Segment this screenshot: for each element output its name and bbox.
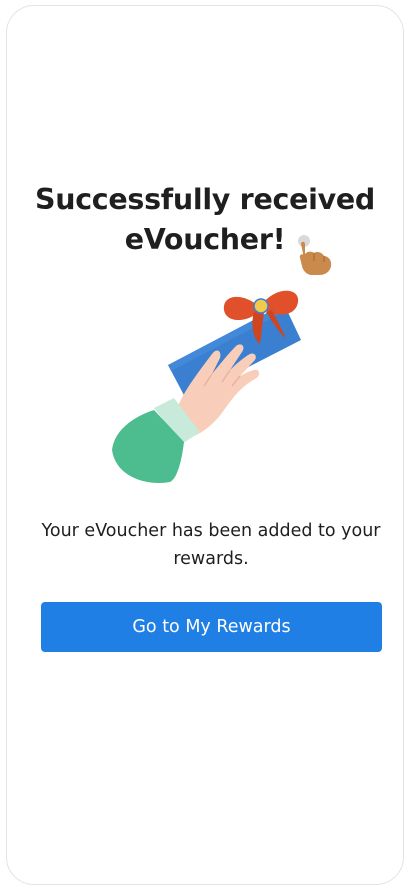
tap-hand-shape: [299, 241, 332, 275]
page-title: Successfully received eVoucher!: [0, 180, 410, 260]
hand-holding-gift-voucher-icon: [112, 290, 301, 483]
tap-hand-icon: [298, 235, 332, 275]
go-to-my-rewards-button[interactable]: Go to My Rewards: [41, 602, 382, 652]
title-line-1: Successfully received: [35, 183, 375, 216]
success-message: Your eVoucher has been added to your rew…: [41, 521, 381, 569]
title-line-2: eVoucher!: [124, 223, 286, 256]
